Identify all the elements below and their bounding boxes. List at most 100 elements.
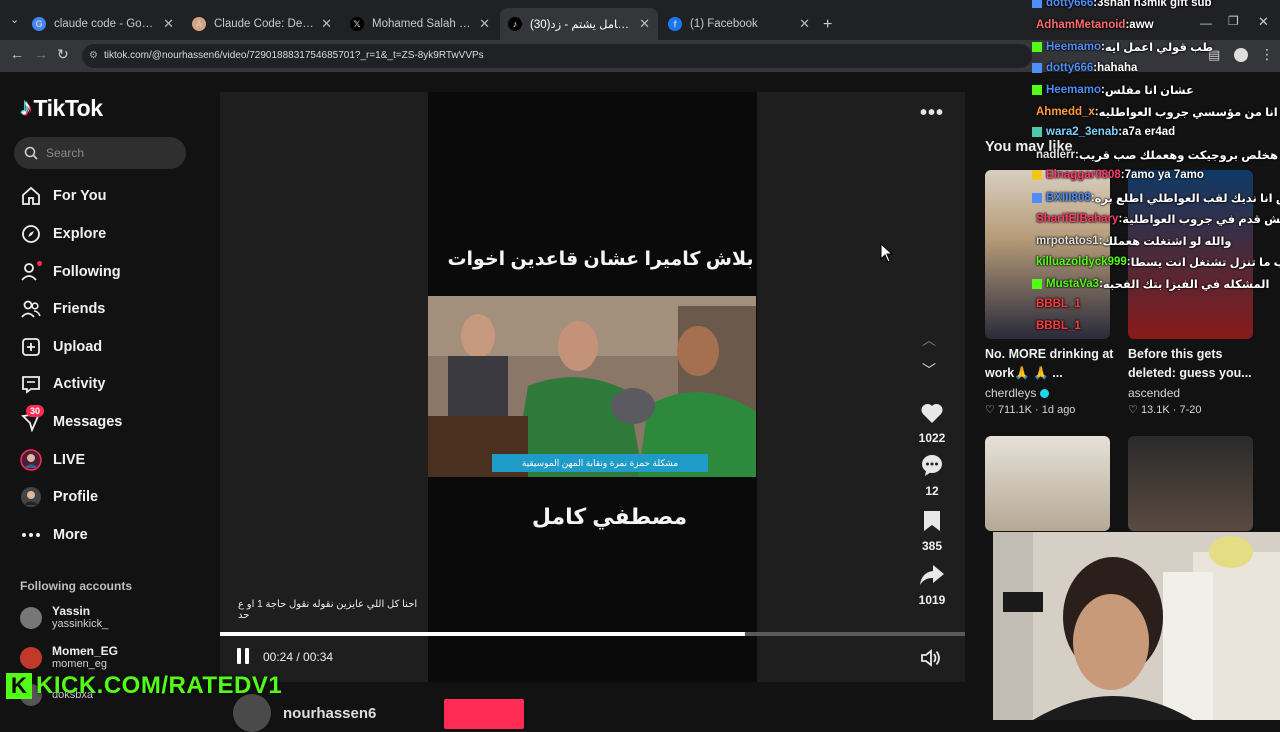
search-icon	[24, 146, 38, 160]
browser-tab-title: (30)مصطفي كامل يشتم - زد	[530, 19, 633, 31]
close-tab-icon[interactable]: ✕	[799, 16, 810, 32]
sidebar-item-explore[interactable]: Explore	[20, 220, 106, 248]
video-progress-bar[interactable]	[220, 632, 965, 636]
messages-badge: 30	[26, 405, 45, 417]
following-account[interactable]: Yassin yassinkick_	[20, 604, 108, 631]
account-name: Momen_EG	[52, 644, 119, 658]
search-input[interactable]	[46, 146, 166, 160]
video-subtitle: احنا كل اللي عايزين نقوله نقول حاجة 1 او…	[238, 599, 418, 621]
browser-tab[interactable]: ♪ (30)مصطفي كامل يشتم - زد ✕	[500, 8, 658, 40]
chat-badge-icon	[1032, 127, 1042, 137]
recommendation-thumbnail[interactable]	[1128, 436, 1253, 531]
new-tab-button[interactable]: +	[823, 16, 832, 34]
chat-badge-icon	[1032, 42, 1042, 52]
chat-message: Heemamo : طب قولي اعمل ايه	[1032, 40, 1213, 54]
next-video-icon[interactable]: ﹀	[922, 360, 936, 380]
recommendation-title[interactable]: No. MORE drinking at work🙏 🙏 ...	[985, 345, 1115, 383]
sidebar-item-friends[interactable]: Friends	[20, 295, 105, 323]
chat-text: طب ما تنزل تشتغل انت يسطا	[1130, 257, 1280, 269]
compass-icon	[20, 223, 42, 245]
video-top-caption: بلاش كاميرا عشان قاعدين اخوات	[447, 249, 754, 270]
browser-tab[interactable]: Gclaude code - Google Search ✕	[24, 8, 182, 40]
restore-icon[interactable]: ❐	[1228, 14, 1239, 28]
sidebar-item-live[interactable]: LIVE	[20, 446, 85, 474]
chat-username: SharifElBahary	[1036, 213, 1119, 225]
close-tab-icon[interactable]: ✕	[639, 16, 650, 32]
comment-count: 12	[925, 484, 939, 498]
back-icon[interactable]: ←	[10, 46, 24, 62]
search-box[interactable]	[14, 137, 186, 169]
recommendation-thumbnail[interactable]	[985, 436, 1110, 531]
chat-text: عشان انا مفلس	[1104, 85, 1194, 97]
sidebar-item-label: Profile	[53, 489, 99, 505]
live-icon	[20, 449, 42, 471]
previous-video-icon[interactable]: ︿	[922, 330, 936, 350]
recommendation-author[interactable]: ascended	[1128, 386, 1180, 400]
pause-button[interactable]	[237, 648, 249, 664]
recommendation-author[interactable]: cherdleys	[985, 386, 1050, 400]
sidebar-item-profile[interactable]: Profile	[20, 483, 98, 511]
chat-username: AdhamMetanoid	[1036, 18, 1126, 31]
profile-avatar[interactable]	[1234, 48, 1248, 62]
share-count: 1019	[918, 593, 946, 607]
sidebar-item-label: Activity	[53, 376, 106, 392]
browser-tab[interactable]: 𝕏 Mohamed Salah (@MoSalah) / ✕	[342, 8, 498, 40]
save-count: 385	[921, 539, 943, 553]
chat-message: Heemamo : عشان انا مفلس	[1032, 83, 1194, 97]
chat-message: dotty666 : 3shan n3mik gift sub	[1032, 0, 1212, 9]
heart-outline-icon: ♡	[985, 404, 995, 416]
comment-button[interactable]: 12	[905, 453, 959, 498]
volume-icon[interactable]	[920, 648, 942, 668]
close-window-icon[interactable]: ✕	[1258, 14, 1269, 30]
mouse-cursor-icon	[880, 243, 894, 263]
chat-message: BBBL_1	[1036, 320, 1081, 332]
chat-text: 3shan n3mik gift sub	[1097, 0, 1212, 9]
recommendation-age: 1d ago	[1041, 404, 1076, 416]
browser-tab[interactable]: f (1) Facebook ✕	[660, 8, 818, 40]
chat-username: killuazoldyck999	[1036, 256, 1127, 268]
activity-icon	[20, 373, 42, 395]
save-button[interactable]: 385	[905, 510, 959, 553]
video-timecode: 00:24 / 00:34	[263, 650, 334, 664]
following-account[interactable]: Momen_EG momen_eg	[20, 644, 118, 671]
chat-badge-icon	[1032, 0, 1042, 8]
like-button[interactable]: 1022	[905, 402, 959, 445]
sidebar-item-more[interactable]: More	[20, 521, 88, 549]
heart-outline-icon: ♡	[1128, 404, 1138, 416]
chat-message: BXIII808 : مستحقش انا نديك لقب العواطلي …	[1032, 191, 1280, 205]
sidebar-item-following[interactable]: Following	[20, 258, 121, 286]
minimize-icon[interactable]: —	[1200, 16, 1212, 30]
sidebar-item-messages[interactable]: 30 Messages	[20, 405, 122, 436]
more-options-icon[interactable]: •••	[920, 102, 944, 125]
close-tab-icon[interactable]: ✕	[321, 16, 332, 32]
sidebar-item-upload[interactable]: Upload	[20, 333, 102, 361]
reload-icon[interactable]: ↻	[57, 46, 69, 63]
browser-menu-icon[interactable]: ⋮	[1260, 46, 1274, 63]
chat-username: Elnaggar0808	[1046, 169, 1121, 181]
follow-button[interactable]	[444, 699, 524, 729]
close-tab-icon[interactable]: ✕	[163, 16, 174, 32]
browser-tab[interactable]: A Claude Code: Deep coding at te ✕	[184, 8, 340, 40]
chat-message: MustaVa3 : المشكله في الفيزا بتك الفحبه	[1032, 277, 1269, 291]
chat-badge-icon	[1032, 85, 1042, 95]
profile-icon	[20, 486, 42, 508]
forward-icon[interactable]: →	[34, 46, 48, 62]
sidebar-item-activity[interactable]: Activity	[20, 370, 105, 398]
recommendation-author-name[interactable]: ascended	[1128, 386, 1180, 400]
share-button[interactable]: 1019	[905, 564, 959, 607]
chat-username: MustaVa3	[1046, 277, 1100, 290]
recommendation-title[interactable]: Before this gets deleted: guess you...	[1128, 345, 1258, 383]
account-username: momen_eg	[52, 658, 108, 670]
account-avatar[interactable]	[20, 646, 42, 669]
recommendation-author-name[interactable]: cherdleys	[985, 386, 1036, 400]
sidebar-item-for-you[interactable]: For You	[20, 182, 106, 210]
address-bar[interactable]: ⚙ tiktok.com/@nourhassen6/video/72901888…	[82, 44, 1032, 68]
chat-username: BXIII808	[1046, 191, 1091, 204]
tiktok-logo[interactable]: ♪ TikTok	[20, 94, 103, 122]
sidebar-item-label: Upload	[53, 339, 103, 355]
tab-search-icon[interactable]: ⌄	[10, 13, 19, 26]
account-avatar[interactable]	[20, 606, 42, 629]
close-tab-icon[interactable]: ✕	[479, 16, 490, 32]
site-info-icon[interactable]: ⚙	[89, 44, 98, 68]
author-username[interactable]: nourhassen6	[283, 705, 376, 722]
